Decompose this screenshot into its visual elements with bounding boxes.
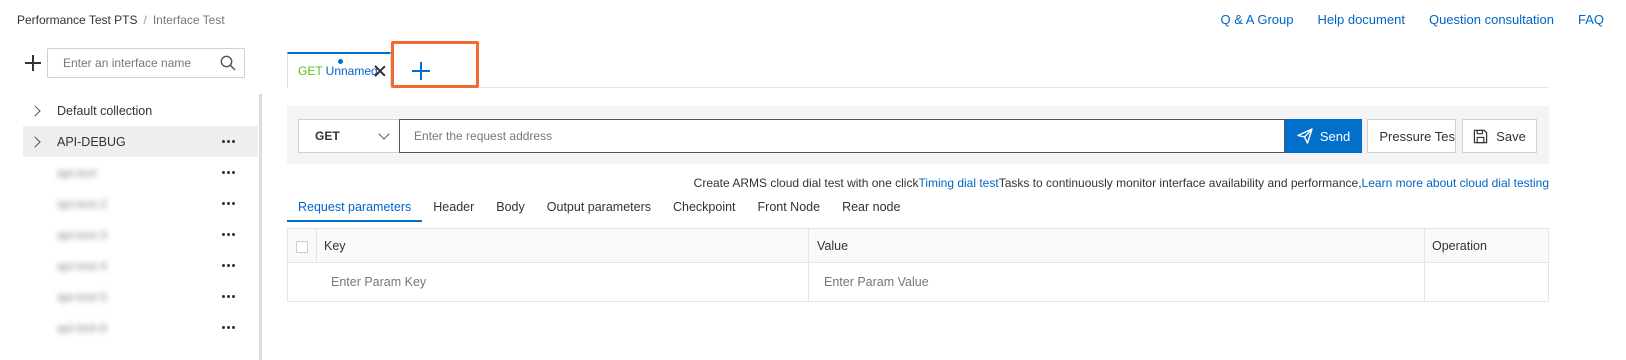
breadcrumb: Performance Test PTS / Interface Test <box>17 13 225 27</box>
tree-item[interactable]: api-test-5 <box>23 281 258 312</box>
tab-body[interactable]: Body <box>485 198 536 222</box>
pressure-test-label: Pressure Tes <box>1379 128 1455 144</box>
save-button[interactable]: Save <box>1462 119 1537 153</box>
tree-item-label: API-DEBUG <box>57 134 126 149</box>
column-divider <box>808 229 809 262</box>
tree-item[interactable]: api-test-3 <box>23 219 258 250</box>
tree-item-label: api-test-5 <box>57 289 108 304</box>
pressure-test-button[interactable]: Pressure Tes <box>1367 119 1456 153</box>
tab-header[interactable]: Header <box>422 198 485 222</box>
breadcrumb-product[interactable]: Performance Test PTS <box>17 13 138 27</box>
tab-rear-node[interactable]: Rear node <box>831 198 911 222</box>
request-subtabs: Request parameters Header Body Output pa… <box>287 198 911 222</box>
top-links: Q & A Group Help document Question consu… <box>1197 12 1605 27</box>
more-icon[interactable] <box>222 322 236 332</box>
tree-item[interactable]: api-test-4 <box>23 250 258 281</box>
send-button[interactable]: Send <box>1285 119 1362 153</box>
tab-unnamed[interactable]: GET Unnamed <box>287 52 391 88</box>
question-consultation-link[interactable]: Question consultation <box>1429 12 1554 27</box>
tab-method: GET <box>298 64 323 78</box>
table-header: Key Value Operation <box>288 229 1548 263</box>
chevron-down-icon <box>378 128 390 140</box>
tree-item[interactable]: api-test-6 <box>23 312 258 343</box>
url-field <box>399 119 1285 153</box>
tree-item-label: api-test-6 <box>57 320 108 335</box>
tree-item-label: api-test <box>57 165 97 180</box>
column-divider <box>1424 229 1425 262</box>
tree-item-api-debug[interactable]: API-DEBUG <box>23 126 258 157</box>
more-icon[interactable] <box>222 167 236 177</box>
tab-checkpoint[interactable]: Checkpoint <box>662 198 747 222</box>
url-input[interactable] <box>400 129 1284 143</box>
interface-search-box <box>47 48 245 78</box>
tree-item-label: api-test-4 <box>57 258 108 273</box>
column-divider <box>316 229 317 262</box>
search-icon[interactable] <box>220 55 236 71</box>
save-label: Save <box>1496 128 1526 144</box>
sidebar-scrollbar[interactable] <box>259 94 262 360</box>
table-row: Enter Param Key Enter Param Value <box>288 263 1548 302</box>
param-key-input[interactable]: Enter Param Key <box>331 275 426 289</box>
sidebar-toolbar <box>24 54 42 72</box>
qa-group-link[interactable]: Q & A Group <box>1221 12 1294 27</box>
send-icon <box>1297 128 1313 144</box>
send-label: Send <box>1319 128 1351 144</box>
param-value-input[interactable]: Enter Param Value <box>824 275 929 289</box>
method-select[interactable]: GET <box>298 119 400 153</box>
tree-item-label: api-test-3 <box>57 227 108 242</box>
column-key: Key <box>324 239 346 253</box>
tree-item-label: api-test-2 <box>57 196 108 211</box>
more-icon[interactable] <box>222 260 236 270</box>
tab-request-parameters[interactable]: Request parameters <box>287 198 423 222</box>
chevron-right-icon[interactable] <box>29 104 41 117</box>
unsaved-dot-icon <box>338 59 343 64</box>
tab-front-node[interactable]: Front Node <box>747 198 832 222</box>
method-value: GET <box>315 129 340 143</box>
help-document-link[interactable]: Help document <box>1318 12 1405 27</box>
learn-more-link[interactable]: Learn more about cloud dial testing <box>1362 176 1549 190</box>
params-table: Key Value Operation Enter Param Key Ente… <box>287 228 1549 302</box>
chevron-right-icon[interactable] <box>29 135 41 148</box>
close-icon[interactable] <box>374 65 386 77</box>
play-circle-icon <box>1372 135 1374 137</box>
notice-prefix: Create ARMS cloud dial test with one cli… <box>693 176 919 190</box>
column-value: Value <box>817 239 849 253</box>
more-icon[interactable] <box>222 198 236 208</box>
notice-middle: Tasks to continuously monitor interface … <box>998 176 1362 190</box>
interface-search-input[interactable] <box>48 56 208 70</box>
column-operation: Operation <box>1432 239 1487 253</box>
save-icon <box>1473 129 1488 143</box>
tree-item[interactable]: api-test <box>23 157 258 188</box>
column-divider <box>1424 263 1425 302</box>
tab-name: Unnamed <box>325 64 378 78</box>
more-icon[interactable] <box>222 229 236 239</box>
column-divider <box>808 263 809 302</box>
plus-icon <box>412 62 430 80</box>
sidebar: Default collection API-DEBUG api-test ap… <box>0 48 262 360</box>
cloud-dial-notice: Create ARMS cloud dial test with one cli… <box>694 176 1549 190</box>
timing-dial-test-link[interactable]: Timing dial test <box>918 176 998 190</box>
add-collection-icon[interactable] <box>24 54 42 72</box>
select-all-checkbox[interactable] <box>296 241 308 253</box>
more-icon[interactable] <box>222 291 236 301</box>
breadcrumb-separator: / <box>143 13 147 27</box>
more-icon[interactable] <box>222 136 236 146</box>
add-tab-button[interactable] <box>391 41 479 88</box>
tree-item-label: Default collection <box>57 103 153 118</box>
tree-item[interactable]: api-test-2 <box>23 188 258 219</box>
tab-output-parameters[interactable]: Output parameters <box>536 198 662 222</box>
breadcrumb-current: Interface Test <box>152 13 225 27</box>
faq-link[interactable]: FAQ <box>1578 12 1604 27</box>
tree-item-default-collection[interactable]: Default collection <box>23 95 258 126</box>
collection-tree: Default collection API-DEBUG api-test ap… <box>23 95 258 343</box>
request-bar: GET Send Pressure Tes Save <box>287 106 1549 164</box>
